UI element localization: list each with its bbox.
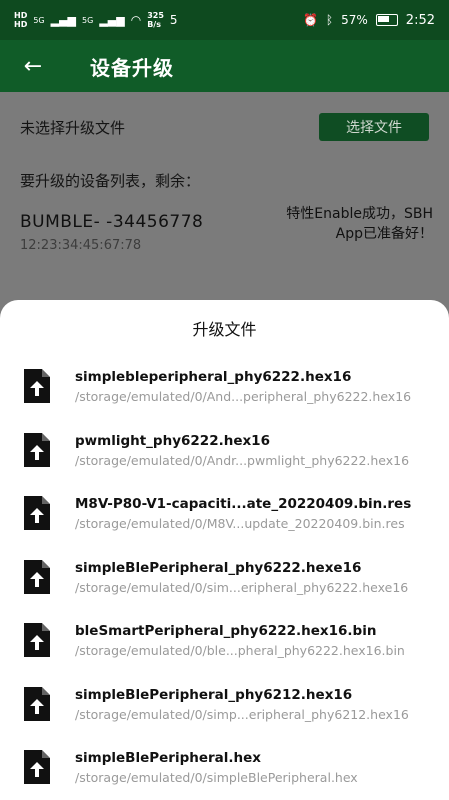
app-notification-label: 5 — [169, 12, 178, 27]
hd-label-1: HD — [14, 11, 28, 20]
battery-percent: 57% — [341, 13, 368, 27]
alarm-icon: ⏰ — [302, 13, 318, 27]
file-upload-icon — [24, 750, 50, 784]
device-mac: 12:23:34:45:67:78 — [20, 238, 142, 253]
status-right: ⏰ ᛒ 57% 2:52 — [303, 13, 435, 28]
main-content: 未选择升级文件 选择文件 要升级的设备列表，剩余： BUMBLE- -34456… — [0, 92, 449, 322]
sheet-title: 升级文件 — [192, 320, 257, 339]
no-file-text: 未选择升级文件 — [20, 118, 126, 137]
back-arrow-icon[interactable]: ← — [0, 54, 66, 79]
file-item[interactable]: simplebleperipheral_phy6222.hex16 /stora… — [0, 354, 449, 418]
device-status: 特性Enable成功，SBH App已准备好！ — [286, 206, 433, 242]
file-list: simplebleperipheral_phy6222.hex16 /stora… — [0, 354, 449, 799]
upgrade-file-sheet: 升级文件 simplebleperipheral_phy6222.hex16 /… — [0, 300, 449, 800]
file-upload-icon — [24, 559, 50, 594]
file-item[interactable]: simpleBlePeripheral_phy6222.hexe16 /stor… — [0, 545, 449, 609]
file-path: /storage/emulated/0/And...peripheral_phy… — [75, 389, 412, 404]
file-upload-icon — [24, 496, 50, 530]
file-item[interactable]: bleSmartPeripheral_phy6222.hex16.bin /st… — [0, 608, 449, 672]
file-path: /storage/emulated/0/M8V...update_2022040… — [75, 516, 405, 531]
file-upload-icon — [24, 623, 50, 657]
file-upload-icon — [24, 686, 50, 721]
select-file-button[interactable]: 选择文件 — [319, 113, 429, 141]
file-upload-icon — [24, 432, 50, 467]
file-upload-icon — [24, 369, 50, 403]
file-name: simpleBlePeripheral.hex — [75, 750, 262, 766]
signal-label-1: 5G — [33, 15, 45, 25]
signal-icon: ▂▄▆ — [50, 13, 77, 27]
file-item[interactable]: simpleBlePeripheral.hex /storage/emulate… — [0, 735, 449, 799]
file-name: bleSmartPeripheral_phy6222.hex16.bin — [75, 623, 377, 639]
file-path: /storage/emulated/0/ble...pheral_phy6222… — [75, 643, 405, 658]
signal-icon-2: ▂▄▆ — [99, 13, 125, 27]
app-bar: ← 设备升级 — [0, 40, 449, 92]
net-speed-unit: B/s — [147, 20, 161, 29]
device-list-label: 要升级的设备列表，剩余： — [20, 172, 201, 190]
file-path: /storage/emulated/0/simp...eripheral_phy… — [75, 706, 409, 722]
file-path: /storage/emulated/0/sim...eripheral_phy6… — [75, 579, 409, 595]
file-name: M8V-P80-V1-capaciti...ate_20220409.bin.r… — [75, 496, 412, 512]
file-path: /storage/emulated/0/simpleBlePeripheral.… — [75, 770, 358, 785]
signal-label-2: 5G — [82, 15, 94, 25]
net-speed: 325 — [147, 11, 164, 20]
battery-icon — [375, 14, 398, 26]
wifi-icon: ◠ — [130, 12, 142, 27]
page-title: 设备升级 — [90, 55, 174, 80]
bluetooth-icon: ᛒ — [325, 13, 334, 27]
file-name: simplebleperipheral_phy6222.hex16 — [75, 369, 352, 385]
file-name: pwmlight_phy6222.hex16 — [75, 432, 270, 449]
file-path: /storage/emulated/0/Andr...pwmlight_phy6… — [75, 452, 410, 468]
device-name: BUMBLE- -34456778 — [20, 212, 204, 232]
status-left: HD HD 5G ▂▄▆ 5G ▂▄▆ ◠ 325 B/s 5 — [14, 11, 178, 29]
file-item[interactable]: simpleBlePeripheral_phy6212.hex16 /stora… — [0, 672, 449, 736]
file-item[interactable]: M8V-P80-V1-capaciti...ate_20220409.bin.r… — [0, 481, 449, 545]
status-bar: HD HD 5G ▂▄▆ 5G ▂▄▆ ◠ 325 B/s 5 ⏰ ᛒ 57% … — [0, 0, 449, 40]
file-name: simpleBlePeripheral_phy6222.hexe16 — [75, 559, 362, 576]
file-item[interactable]: pwmlight_phy6222.hex16 /storage/emulated… — [0, 418, 449, 482]
file-name: simpleBlePeripheral_phy6212.hex16 — [75, 686, 353, 703]
hd-label-2: HD — [14, 20, 28, 29]
clock: 2:52 — [405, 12, 435, 28]
